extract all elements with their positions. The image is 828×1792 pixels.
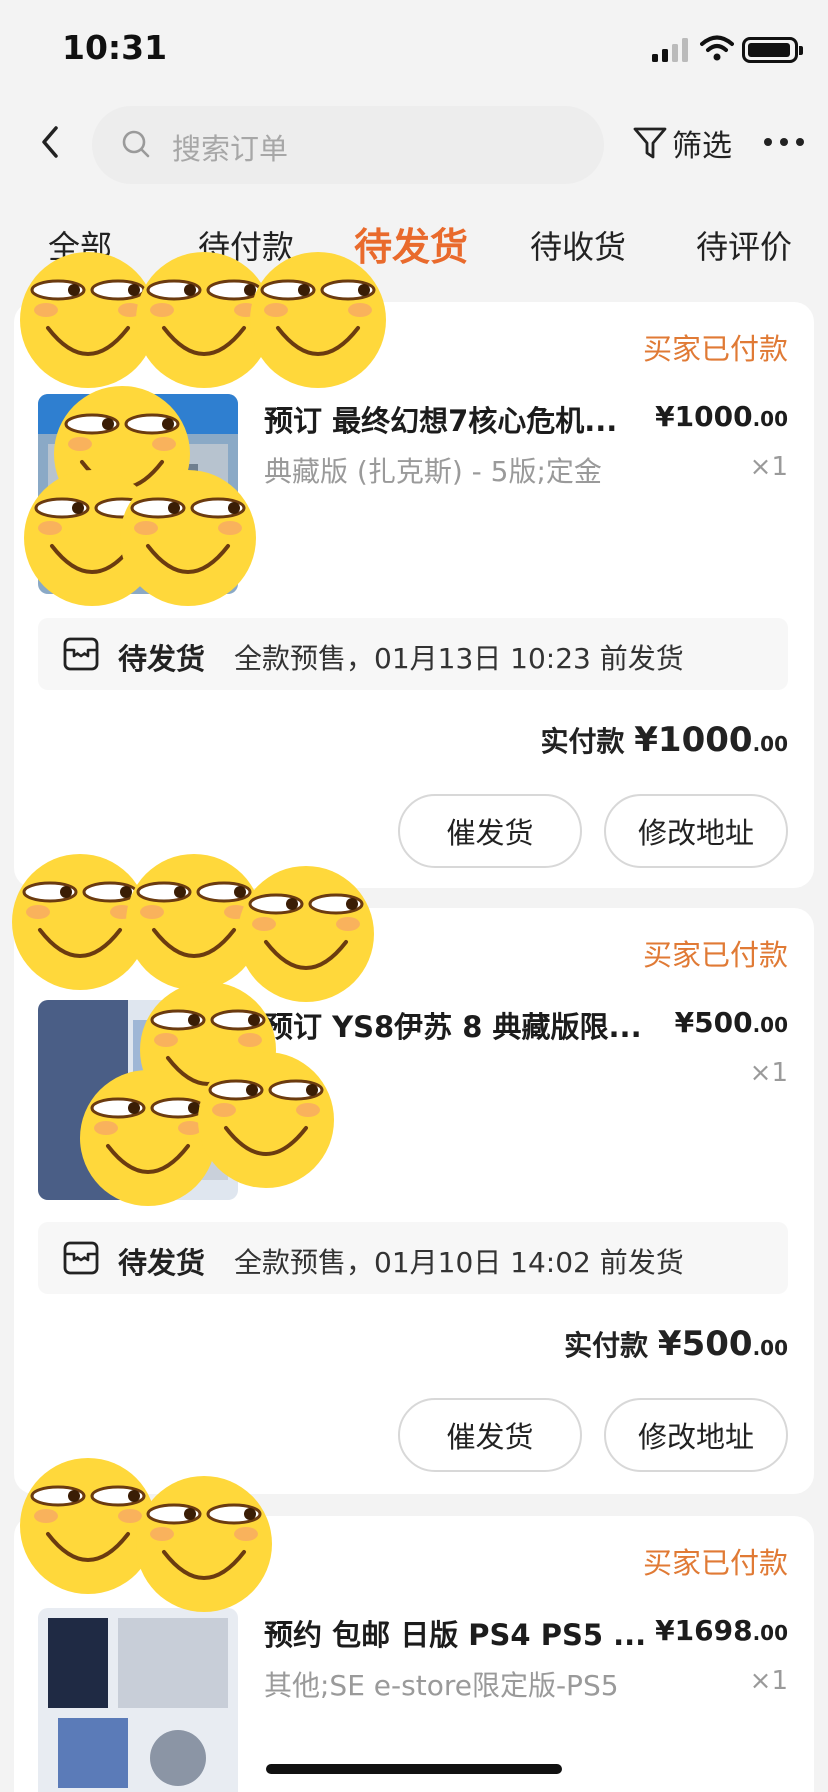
- back-icon[interactable]: [36, 120, 64, 164]
- battery-icon: [742, 37, 803, 63]
- product-title[interactable]: 预订 最终幻想7核心危机...: [264, 398, 654, 440]
- shipping-state: 待发货: [118, 1246, 206, 1280]
- filter-icon: [633, 127, 667, 159]
- urge-shipment-button[interactable]: 催发货: [398, 794, 582, 868]
- tab-pending-payment[interactable]: 待付款: [198, 222, 294, 268]
- change-address-button[interactable]: 修改地址: [604, 794, 788, 868]
- order-status: 买家已付款: [642, 1546, 788, 1580]
- order-total: 实付款 ¥1000.00: [540, 720, 789, 760]
- order-total: 实付款 ¥500.00: [564, 1324, 788, 1364]
- product-title[interactable]: 预订 YS8伊苏 8 典藏版限...: [264, 1004, 654, 1046]
- product-title[interactable]: 预约 包邮 日版 PS4 PS5 ...: [264, 1612, 654, 1654]
- package-icon: [63, 1241, 99, 1275]
- urge-shipment-button[interactable]: 催发货: [398, 1398, 582, 1472]
- shipping-deadline: 全款预售，01月13日 10:23 前发货: [234, 642, 684, 675]
- status-bar: 10:31: [0, 0, 828, 96]
- product-price: ¥1698.00: [655, 1614, 788, 1647]
- product-quantity: ×1: [749, 1666, 788, 1696]
- shipping-info-box: 待发货 全款预售，01月10日 14:02 前发货: [38, 1222, 788, 1294]
- filter-label: 筛选: [672, 129, 732, 164]
- product-image[interactable]: [38, 394, 238, 594]
- tab-all[interactable]: 全部: [48, 222, 112, 268]
- tab-pending-review[interactable]: 待评价: [696, 222, 792, 268]
- product-spec: 典藏版 (扎克斯) - 5版;定金: [264, 455, 602, 488]
- product-spec: 其他;SE e-store限定版-PS5: [264, 1669, 619, 1702]
- order-status: 买家已付款: [642, 938, 788, 972]
- product-image[interactable]: [38, 1000, 238, 1200]
- change-address-button[interactable]: 修改地址: [604, 1398, 788, 1472]
- order-tabs: 全部 待付款 待发货 待收货 待评价: [0, 210, 828, 280]
- tab-pending-shipment[interactable]: 待发货: [354, 216, 468, 271]
- order-card[interactable]: 买家已付款 预订 YS8伊苏 8 典藏版限... ¥500.00 ×1 待发货 …: [14, 908, 814, 1494]
- order-status: 买家已付款: [642, 332, 788, 366]
- product-price: ¥1000.00: [655, 400, 788, 433]
- order-card[interactable]: 买家已付款 预约 包邮 日版 PS4 PS5 ... 其他;SE e-store…: [14, 1516, 814, 1792]
- product-quantity: ×1: [749, 1058, 788, 1088]
- search-placeholder: 搜索订单: [172, 132, 289, 166]
- signal-icon: [652, 38, 688, 62]
- more-icon[interactable]: [762, 136, 806, 148]
- search-icon: [122, 130, 150, 158]
- shipping-info-box: 待发货 全款预售，01月13日 10:23 前发货: [38, 618, 788, 690]
- shipping-state: 待发货: [118, 642, 206, 676]
- product-price: ¥500.00: [674, 1006, 788, 1039]
- product-image[interactable]: [38, 1608, 238, 1792]
- search-input[interactable]: 搜索订单: [92, 106, 604, 184]
- home-indicator: [266, 1764, 562, 1774]
- wifi-icon: [700, 35, 734, 61]
- order-list-screen: 10:31 搜索订单 筛选 全部 待付款 待发货 待收货 待评价 买家已付款 预…: [0, 0, 828, 1792]
- status-time: 10:31: [62, 28, 168, 67]
- tab-pending-receipt[interactable]: 待收货: [530, 222, 626, 268]
- shipping-deadline: 全款预售，01月10日 14:02 前发货: [234, 1246, 684, 1279]
- product-quantity: ×1: [749, 452, 788, 482]
- filter-button[interactable]: 筛选: [632, 120, 732, 166]
- package-icon: [63, 637, 99, 671]
- order-card[interactable]: 买家已付款 预订 最终幻想7核心危机... 典藏版 (扎克斯) - 5版;定金 …: [14, 302, 814, 888]
- header: 搜索订单 筛选: [0, 96, 828, 196]
